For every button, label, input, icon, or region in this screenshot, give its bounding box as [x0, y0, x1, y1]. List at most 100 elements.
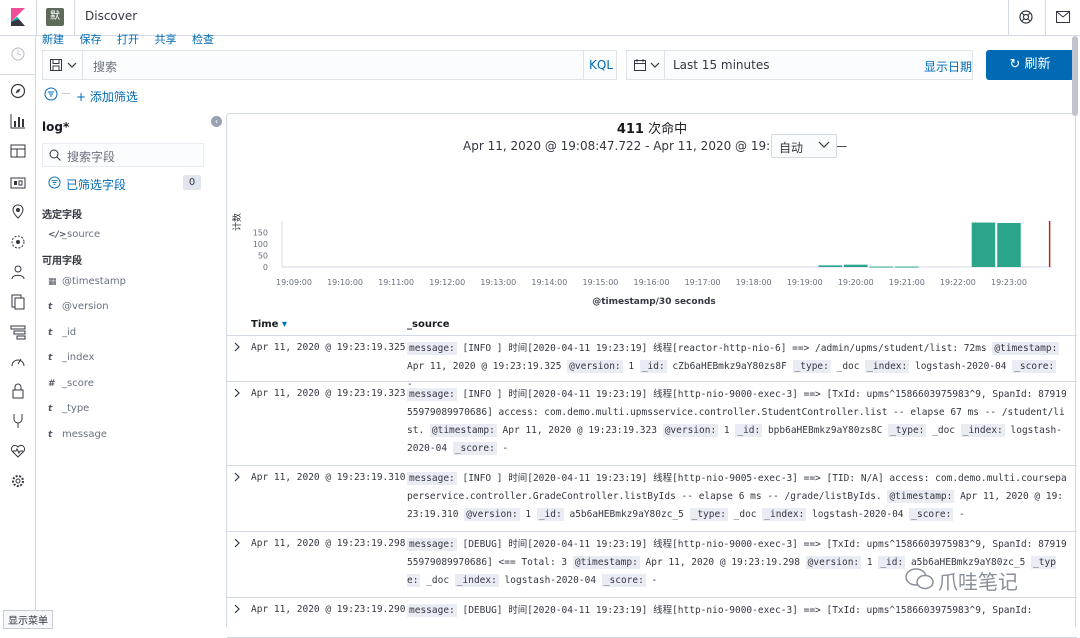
visualize-icon[interactable] [10, 113, 26, 129]
x-tick-label: 19:19:00 [787, 278, 823, 287]
source-field-key: @version: [464, 508, 520, 521]
date-quick-menu-button[interactable] [627, 51, 665, 79]
side-nav [0, 36, 36, 627]
field-item-version[interactable]: t @version [48, 301, 109, 312]
query-bar: 搜索 KQL [42, 50, 617, 80]
saved-query-button[interactable] [43, 51, 83, 79]
source-field-key: @version: [567, 360, 623, 373]
source-field-value: [DEBUG] 时间[2020-04-11 19:23:19] 线程[http-… [456, 605, 1033, 616]
source-field-key: @version: [662, 424, 719, 437]
breadcrumb-title: Discover [85, 9, 138, 23]
calendar-icon [634, 59, 646, 71]
show-menu-button[interactable]: 显示菜单 [3, 610, 53, 629]
field-item-timestamp[interactable]: ▦ @timestamp [48, 276, 126, 287]
source-field-key: _id: [536, 508, 564, 521]
source-field-key: _score: [601, 574, 646, 587]
table-row[interactable]: Apr 11, 2020 @ 19:23:19.323 message: [INF… [227, 382, 1077, 466]
field-name: _id [62, 327, 77, 338]
histogram-bar [997, 223, 1021, 267]
selected-fields-header: 选定字段 [42, 210, 82, 221]
nav-divider [0, 74, 36, 75]
field-item-type[interactable]: t _type [48, 403, 89, 414]
table-row[interactable]: Apr 11, 2020 @ 19:23:19.310 message: [INF… [227, 466, 1077, 532]
uptime-icon[interactable] [10, 354, 26, 370]
source-field-value: bpb6aHEBmkz9aY80zs8C [762, 425, 889, 436]
ml-icon[interactable] [10, 234, 26, 250]
field-item-index[interactable]: t _index [48, 352, 94, 363]
menu-new[interactable]: 新建 [42, 33, 64, 46]
source-field-key: @version: [805, 556, 862, 569]
space-avatar[interactable]: 默 [46, 8, 64, 26]
page-scrollbar[interactable] [1072, 36, 1078, 116]
wechat-icon [905, 568, 934, 590]
collapse-sidebar-icon[interactable]: ‹ [211, 116, 222, 127]
infra-icon[interactable] [10, 264, 26, 280]
x-tick-label: 19:13:00 [480, 278, 516, 287]
row-timestamp: Apr 11, 2020 @ 19:23:19.290 [251, 604, 406, 615]
monitoring-heart-icon[interactable] [10, 443, 26, 459]
expand-chevron-icon[interactable] [233, 341, 241, 355]
refresh-button[interactable]: ↻ 刷新 [986, 50, 1074, 80]
top-menu: 新建 保存 打开 共享 检查 [42, 31, 226, 46]
expand-chevron-icon[interactable] [233, 387, 241, 401]
interval-select[interactable]: 自动 [771, 134, 837, 158]
menu-save[interactable]: 保存 [80, 33, 102, 46]
maps-icon[interactable] [10, 204, 26, 220]
row-timestamp: Apr 11, 2020 @ 19:23:19.323 [251, 388, 406, 399]
siem-lock-icon[interactable] [10, 383, 26, 399]
y-axis-label: 计数 [231, 213, 243, 231]
menu-inspect[interactable]: 检查 [192, 33, 214, 46]
x-axis-label: @timestamp/30 seconds [592, 297, 716, 307]
search-input[interactable]: 搜索 [93, 58, 117, 75]
field-item-message[interactable]: t message [48, 429, 107, 440]
kql-toggle-button[interactable]: KQL [589, 58, 613, 72]
expand-chevron-icon[interactable] [233, 471, 241, 485]
help-icon[interactable] [1019, 10, 1033, 24]
table-row[interactable]: Apr 11, 2020 @ 19:23:19.325 message: [INF… [227, 336, 1077, 390]
source-field-key: _id: [735, 424, 763, 437]
recent-clock-icon[interactable] [10, 46, 26, 62]
filter-options-icon[interactable] [44, 87, 58, 101]
add-filter-button[interactable]: + 添加筛选 [76, 88, 138, 105]
mail-icon[interactable] [1056, 11, 1070, 23]
source-field-key: _type: [888, 424, 927, 437]
column-header-source: _source [407, 319, 450, 330]
canvas-icon[interactable] [10, 174, 26, 190]
filter-separator [62, 93, 70, 94]
field-name: _source [62, 229, 101, 240]
source-field-key: @timestamp: [429, 424, 497, 437]
refresh-label: 刷新 [1024, 57, 1051, 72]
discover-compass-icon[interactable] [10, 83, 26, 99]
field-item-score[interactable]: # _score [48, 378, 94, 389]
expand-chevron-icon[interactable] [233, 603, 241, 617]
chart-axes: 0 50 100 150 19:09:00 19:10:00 19:11:00 19:12:0… [253, 221, 1052, 287]
string-type-icon: t [48, 430, 53, 440]
source-field-value: - [645, 575, 658, 586]
column-header-time[interactable]: Time ▾ [251, 319, 287, 330]
source-field-key: _score: [909, 508, 954, 521]
apm-icon[interactable] [10, 324, 26, 340]
dashboard-icon[interactable] [10, 143, 26, 159]
source-field-key: message: [407, 604, 457, 617]
expand-chevron-icon[interactable] [233, 537, 241, 551]
menu-open[interactable]: 打开 [117, 33, 139, 46]
chevron-down-icon [650, 62, 660, 68]
x-tick-label: 19:15:00 [582, 278, 618, 287]
field-search-input[interactable]: 搜索字段 [42, 143, 204, 167]
logs-icon[interactable] [10, 294, 26, 310]
settings-gear-icon[interactable] [10, 473, 26, 489]
table-row[interactable]: Apr 11, 2020 @ 19:23:19.290 message: [DEB… [227, 598, 1077, 638]
field-item-source[interactable]: </>_source [48, 229, 100, 240]
date-range-text[interactable]: Last 15 minutes [673, 58, 769, 72]
source-field-key: _score: [1012, 360, 1057, 373]
source-field-value: _doc [727, 509, 763, 520]
dev-tools-icon[interactable] [10, 413, 26, 429]
field-item-id[interactable]: t _id [48, 327, 76, 338]
y-tick-label: 150 [253, 228, 268, 237]
show-dates-button[interactable]: 显示日期 [924, 58, 972, 75]
menu-share[interactable]: 共享 [155, 33, 177, 46]
kibana-logo[interactable] [9, 8, 27, 26]
row-source: message: [INFO ] 时间[2020-04-11 19:23:19]… [407, 386, 1067, 458]
index-pattern-title[interactable]: log* [42, 120, 69, 134]
sort-down-icon[interactable]: ▾ [282, 319, 287, 330]
